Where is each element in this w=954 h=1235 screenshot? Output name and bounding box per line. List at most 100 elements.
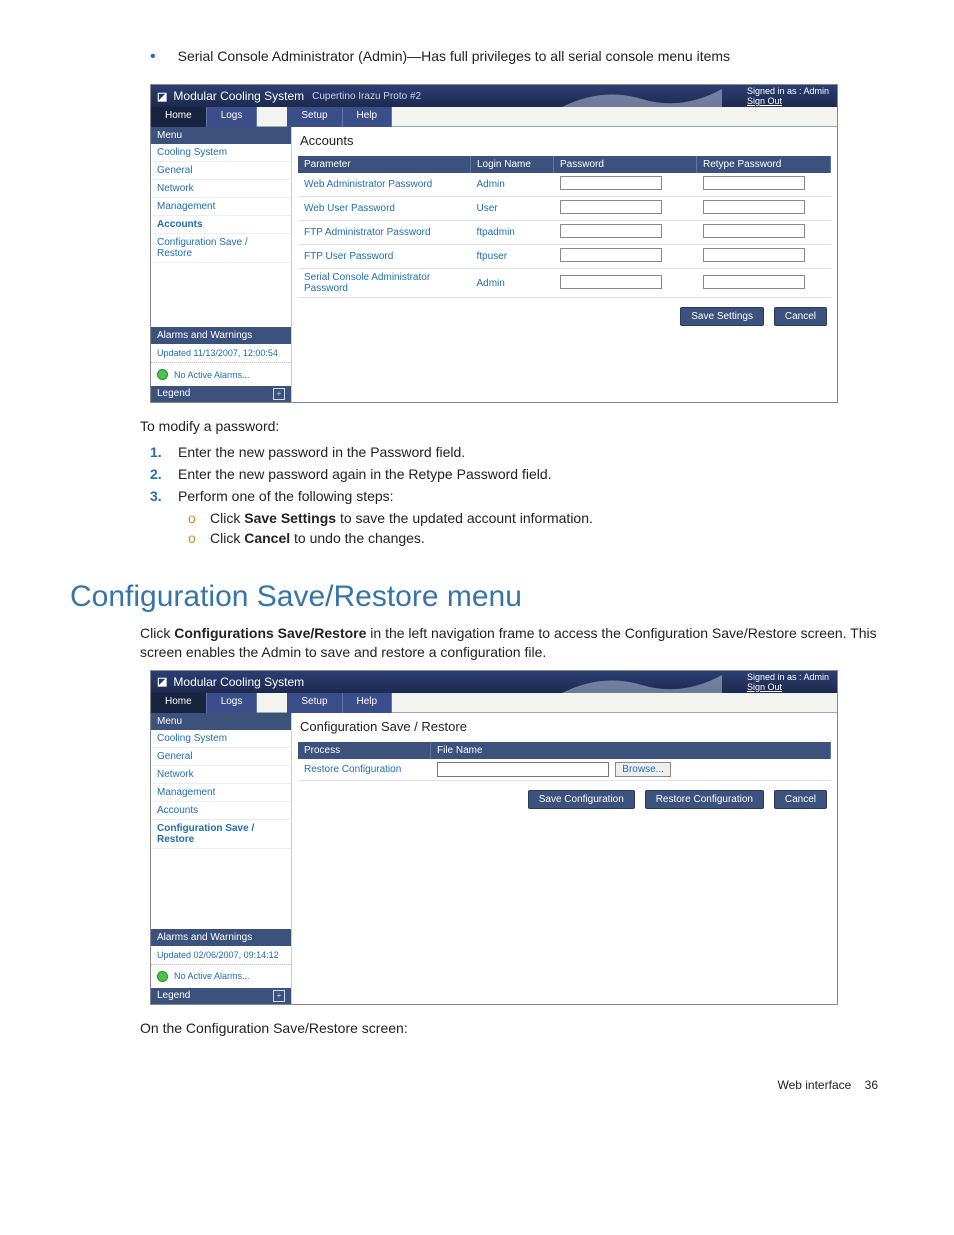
expand-icon[interactable]: + (273, 388, 285, 400)
main-panel: Configuration Save / Restore Process Fil… (292, 713, 837, 1004)
tab-setup[interactable]: Setup (287, 693, 342, 713)
password-input[interactable] (560, 275, 662, 289)
cancel-button[interactable]: Cancel (774, 790, 827, 809)
password-input[interactable] (560, 248, 662, 262)
product-subtitle: Cupertino Irazu Proto #2 (312, 91, 421, 102)
alarms-header: Alarms and Warnings (151, 327, 291, 344)
table-row: FTP User Passwordftpuser (298, 245, 831, 269)
tab-logs[interactable]: Logs (207, 693, 258, 713)
tab-help[interactable]: Help (343, 693, 393, 713)
sidebar-item-accounts[interactable]: Accounts (151, 802, 291, 820)
sign-out-link[interactable]: Sign Out (747, 96, 782, 106)
status-ok-icon (157, 369, 168, 380)
signed-in-text: Signed in as : Admin (747, 86, 829, 96)
table-row: Serial Console Administrator PasswordAdm… (298, 269, 831, 298)
sidebar-item-accounts[interactable]: Accounts (151, 216, 291, 234)
step-number: 3. (150, 488, 178, 504)
file-name-input[interactable] (437, 762, 609, 777)
restore-configuration-button[interactable]: Restore Configuration (645, 790, 764, 809)
section-paragraph: Click Configurations Save/Restore in the… (140, 624, 884, 662)
step-number: 1. (150, 444, 178, 460)
col-file: File Name (431, 742, 831, 759)
expand-icon[interactable]: + (273, 990, 285, 1002)
table-row: Restore Configuration Browse... (298, 759, 831, 781)
page-footer: Web interface 36 (70, 1078, 884, 1092)
password-input[interactable] (560, 224, 662, 238)
col-process: Process (298, 742, 431, 759)
substep-a: o Click Save Settings to save the update… (188, 510, 884, 526)
product-title: Modular Cooling System (173, 89, 304, 103)
menu-header: Menu (151, 127, 291, 144)
retype-input[interactable] (703, 200, 805, 214)
password-input[interactable] (560, 200, 662, 214)
menu-header: Menu (151, 713, 291, 730)
tab-setup[interactable]: Setup (287, 107, 342, 127)
header-swoosh-icon (562, 85, 722, 107)
sidebar-item-cooling[interactable]: Cooling System (151, 730, 291, 748)
main-panel: Accounts Parameter Login Name Password R… (292, 127, 837, 402)
hp-logo-icon: ◪ (157, 90, 167, 103)
sidebar-item-management[interactable]: Management (151, 784, 291, 802)
table-row: Web Administrator PasswordAdmin (298, 173, 831, 197)
sidebar-item-config[interactable]: Configuration Save / Restore (151, 234, 291, 263)
hp-logo-icon: ◪ (157, 675, 167, 688)
alarms-header: Alarms and Warnings (151, 929, 291, 946)
after-shot2-text: On the Configuration Save/Restore screen… (140, 1019, 884, 1038)
product-title: Modular Cooling System (173, 675, 304, 689)
header-swoosh-icon (562, 671, 722, 693)
status-ok-icon (157, 971, 168, 982)
password-input[interactable] (560, 176, 662, 190)
tab-home[interactable]: Home (151, 693, 207, 713)
button-row: Save Configuration Restore Configuration… (292, 781, 837, 817)
table-row: Web User PasswordUser (298, 197, 831, 221)
no-alarms-text: No Active Alarms... (174, 370, 250, 380)
retype-input[interactable] (703, 224, 805, 238)
col-password: Password (554, 156, 697, 173)
substep-b: o Click Cancel to undo the changes. (188, 530, 884, 546)
intro-bullet: • Serial Console Administrator (Admin)—H… (150, 48, 884, 66)
sidebar-item-management[interactable]: Management (151, 198, 291, 216)
accounts-screenshot: ◪ Modular Cooling System Cupertino Irazu… (150, 84, 838, 403)
restore-label: Restore Configuration (298, 759, 431, 781)
sidebar-item-cooling[interactable]: Cooling System (151, 144, 291, 162)
tab-bar: Home Logs Setup Help (151, 107, 837, 127)
sidebar-item-network[interactable]: Network (151, 180, 291, 198)
sign-in-block: Signed in as : Admin Sign Out (747, 86, 829, 106)
sidebar-item-general[interactable]: General (151, 162, 291, 180)
step-3: 3.Perform one of the following steps: (150, 488, 884, 504)
col-parameter: Parameter (298, 156, 471, 173)
legend-label: Legend (157, 990, 190, 1002)
footer-page-number: 36 (865, 1078, 878, 1092)
no-alarms-row: No Active Alarms... (151, 363, 291, 386)
alarms-updated: Updated 11/13/2007, 12:00:54 (151, 344, 291, 363)
tab-help[interactable]: Help (343, 107, 393, 127)
restore-table: Process File Name Restore Configuration … (298, 742, 831, 781)
retype-input[interactable] (703, 248, 805, 262)
sidebar-item-general[interactable]: General (151, 748, 291, 766)
page-title: Accounts (292, 127, 837, 156)
button-row: Save Settings Cancel (292, 298, 837, 334)
save-configuration-button[interactable]: Save Configuration (528, 790, 635, 809)
signed-in-text: Signed in as : Admin (747, 672, 829, 682)
sidebar-item-network[interactable]: Network (151, 766, 291, 784)
retype-input[interactable] (703, 176, 805, 190)
save-settings-button[interactable]: Save Settings (680, 307, 764, 326)
section-heading: Configuration Save/Restore menu (70, 580, 884, 614)
legend-bar[interactable]: Legend + (151, 386, 291, 402)
tab-home[interactable]: Home (151, 107, 207, 127)
sidebar: Menu Cooling System General Network Mana… (151, 127, 292, 402)
tab-logs[interactable]: Logs (207, 107, 258, 127)
sign-out-link[interactable]: Sign Out (747, 682, 782, 692)
page-title: Configuration Save / Restore (292, 713, 837, 742)
cancel-button[interactable]: Cancel (774, 307, 827, 326)
no-alarms-row: No Active Alarms... (151, 965, 291, 988)
bullet-icon: • (150, 48, 156, 66)
browse-button[interactable]: Browse... (615, 762, 671, 777)
col-retype: Retype Password (697, 156, 831, 173)
legend-bar[interactable]: Legend + (151, 988, 291, 1004)
sub-bullet-icon: o (188, 510, 210, 526)
legend-label: Legend (157, 388, 190, 400)
retype-input[interactable] (703, 275, 805, 289)
sidebar-item-config[interactable]: Configuration Save / Restore (151, 820, 291, 849)
step-1: 1.Enter the new password in the Password… (150, 444, 884, 460)
